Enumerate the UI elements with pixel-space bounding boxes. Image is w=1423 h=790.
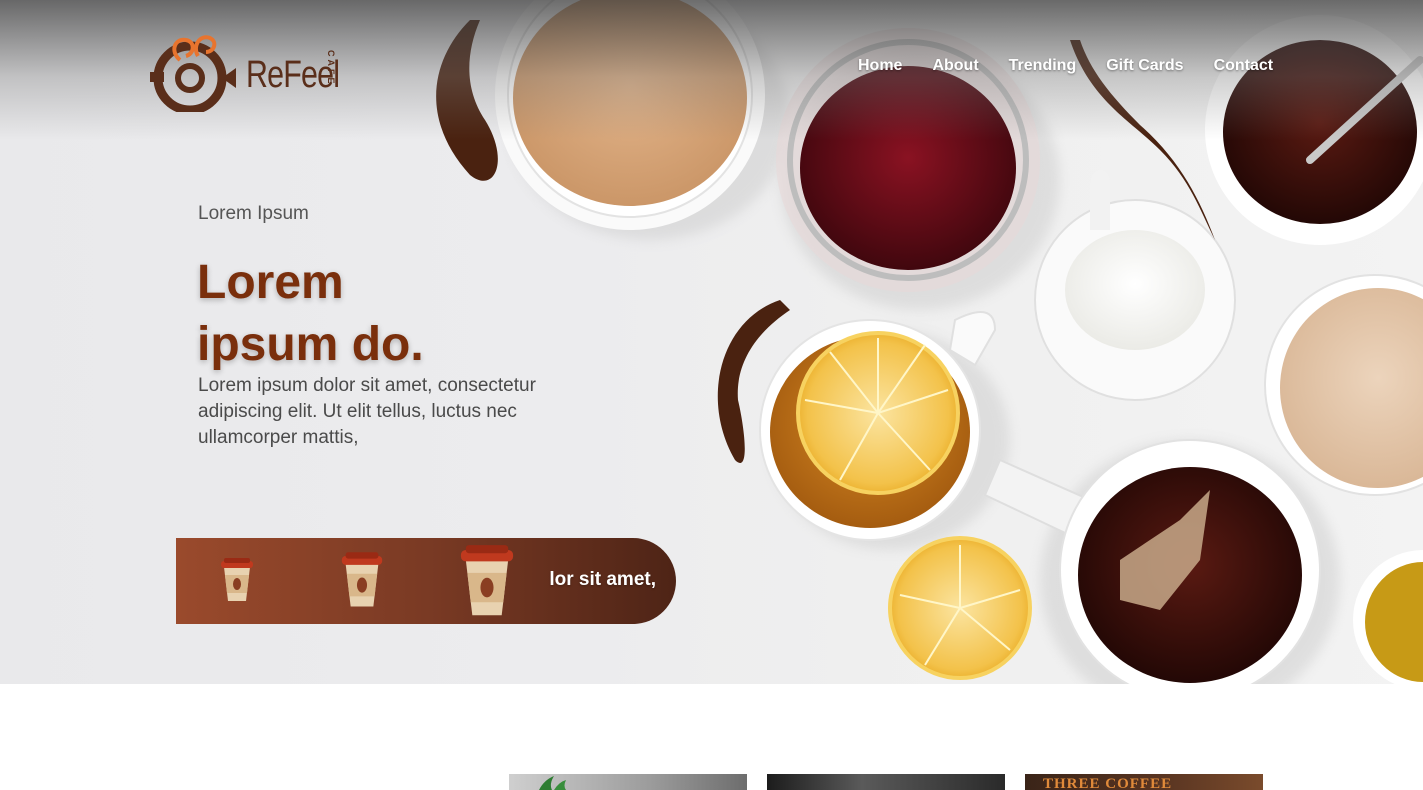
nav-home[interactable]: Home [858,57,902,75]
coffee-logo-icon [150,35,236,115]
hero-headline: Lorem ipsum do. [197,252,557,376]
coffee-cup-icon [221,558,253,601]
brand-logo[interactable]: ReFeel CAFE [150,20,340,115]
hero-description: Lorem ipsum dolor sit amet, consectetur … [198,375,536,448]
nav-gift-cards[interactable]: Gift Cards [1106,57,1183,75]
plant-icon [539,776,566,790]
gallery-thumb-2[interactable] [767,774,1005,790]
coffee-cup-icon [460,545,514,616]
promo-banner[interactable]: lor sit amet, [176,538,676,624]
gallery-row: THREE COFFEE [0,774,1423,790]
main-navigation: Home About Trending Gift Cards Contact [858,57,1273,75]
gallery-thumb-1[interactable] [509,774,747,790]
gallery-thumb-3[interactable]: THREE COFFEE [1025,774,1263,790]
promo-text: lor sit amet, [549,569,656,590]
nav-trending[interactable]: Trending [1009,57,1077,75]
nav-contact[interactable]: Contact [1214,57,1274,75]
gallery-thumb-3-text: THREE COFFEE [1043,776,1173,790]
coffee-cup-icon [341,552,383,607]
hero-headline-line-2: ipsum do. [197,318,424,371]
hero-section: ReFeel CAFE Home About Trending Gift Car… [0,0,1423,684]
hero-headline-line-1: Lorem [197,256,344,309]
hero-eyebrow: Lorem Ipsum [198,203,309,224]
brand-subtitle: CAFE [326,50,336,87]
nav-about[interactable]: About [932,57,978,75]
